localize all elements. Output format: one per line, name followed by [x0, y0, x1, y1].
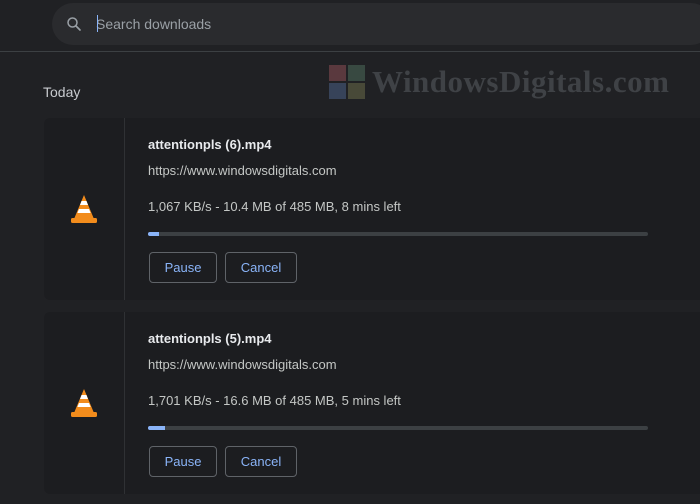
text-caret — [97, 15, 98, 32]
download-source-url[interactable]: https://www.windowsdigitals.com — [148, 357, 337, 372]
watermark-text: WindowsDigitals.com — [372, 64, 670, 99]
vlc-cone-icon — [71, 195, 97, 223]
search-input[interactable] — [96, 13, 676, 35]
download-progress-bar — [148, 426, 648, 430]
top-bar — [0, 0, 700, 52]
download-progress-fill — [148, 426, 165, 430]
download-item: attentionpls (5).mp4 https://www.windows… — [44, 312, 700, 494]
item-divider — [124, 118, 125, 300]
download-status: 1,701 KB/s - 16.6 MB of 485 MB, 5 mins l… — [148, 393, 401, 408]
download-source-url[interactable]: https://www.windowsdigitals.com — [148, 163, 337, 178]
watermark-logo-icon — [329, 65, 365, 99]
download-filename[interactable]: attentionpls (6).mp4 — [148, 137, 272, 152]
pause-button[interactable]: Pause — [149, 446, 217, 477]
cancel-button[interactable]: Cancel — [225, 252, 297, 283]
download-item: attentionpls (6).mp4 https://www.windows… — [44, 118, 700, 300]
section-label-today: Today — [43, 84, 81, 100]
download-status: 1,067 KB/s - 10.4 MB of 485 MB, 8 mins l… — [148, 199, 401, 214]
watermark: WindowsDigitals.com — [328, 62, 669, 102]
item-divider — [124, 312, 125, 494]
download-filename[interactable]: attentionpls (5).mp4 — [148, 331, 272, 346]
vlc-cone-icon — [71, 389, 97, 417]
download-progress-fill — [148, 232, 159, 236]
search-box[interactable] — [52, 3, 700, 45]
download-progress-bar — [148, 232, 648, 236]
cancel-button[interactable]: Cancel — [225, 446, 297, 477]
search-icon — [67, 17, 81, 31]
pause-button[interactable]: Pause — [149, 252, 217, 283]
